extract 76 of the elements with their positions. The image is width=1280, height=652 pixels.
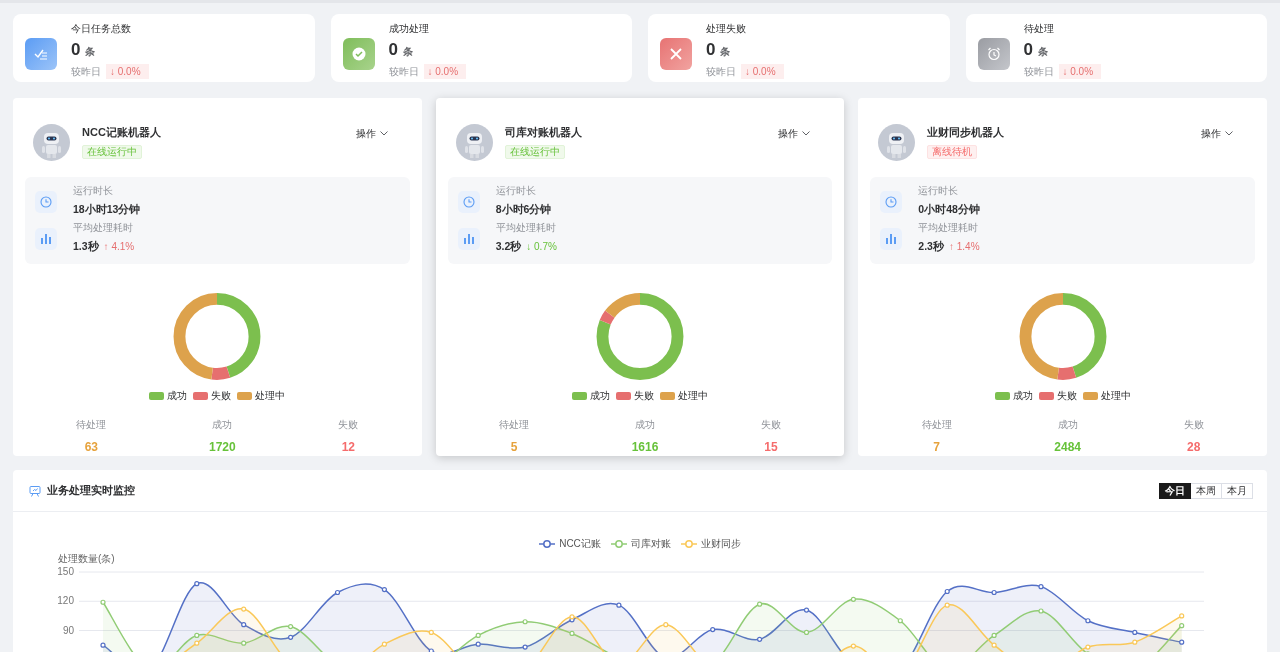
legend-label: 处理中 [678,389,708,403]
info-value: 0小时48分钟 [918,202,980,216]
robot-name: 司库对账机器人 [504,125,583,139]
legend-label: 失败 [211,389,232,403]
stat-number: 63 [83,439,99,456]
legend-label: 业财同步 [700,537,741,551]
stat-title: 成功处理 [388,22,430,36]
axis-tick-label: 120 [57,595,74,607]
axis-tick-label: 150 [57,566,74,577]
info-value: 3.2秒 [495,239,522,253]
stat-label: 待处理 [921,418,952,432]
stat-value: 0 [71,39,81,61]
stat-title: 今日任务总数 [71,22,132,36]
stat-value: 0 [388,39,398,61]
info-label: 运行时长 [918,185,960,197]
stat-number: 12 [340,439,356,456]
change-badge: ↓ 0.0% [423,64,467,79]
stat-unit: 条 [720,45,731,59]
status-tag: 在线运行中 [82,145,142,159]
stat-label: 成功 [211,418,234,432]
info-value: 2.3秒 [918,239,944,253]
legend-label: NCC记账 [559,537,601,551]
stat-label: 待处理 [499,418,529,432]
stat-value: 0 [706,39,716,61]
legend-label: 成功 [167,389,188,403]
stat-label: 成功 [634,418,656,432]
legend-label: 成功 [590,389,610,403]
robot-name: NCC记账机器人 [82,125,162,139]
legend-label: 处理中 [1100,389,1131,403]
info-label: 平均处理耗时 [73,222,134,234]
stat-title: 待处理 [1023,22,1055,36]
stat-label: 失败 [761,418,781,432]
stat-number: 1616 [631,439,659,456]
compare-label: 较昨日 [1023,65,1054,79]
stat-value: 0 [1023,39,1033,61]
stat-number: 2484 [1054,439,1082,456]
info-label: 运行时长 [495,185,537,197]
stat-label: 失败 [338,418,359,432]
stat-unit: 条 [402,45,413,59]
stat-label: 待处理 [76,418,107,432]
compare-label: 较昨日 [388,65,419,79]
status-tag: 离线待机 [927,145,978,159]
status-tag: 在线运行中 [504,145,565,159]
change-badge: ↓ 0.0% [106,64,149,79]
stat-number: 5 [509,439,519,456]
stat-unit: 条 [1037,45,1048,59]
change-text: ↑ 1.4% [948,240,980,254]
info-value: 18小时13分钟 [73,202,141,216]
compare-label: 较昨日 [71,65,101,79]
panel-title: 业务处理实时监控 [47,483,136,499]
stat-label: 失败 [1183,418,1204,432]
stat-label: 成功 [1056,418,1079,432]
legend-label: 失败 [1056,389,1077,403]
compare-label: 较昨日 [706,65,736,79]
stat-unit: 条 [85,45,96,59]
robot-name: 业财同步机器人 [927,125,1006,139]
legend-label: 处理中 [255,389,286,403]
info-value: 1.3秒 [73,239,99,253]
legend-label: 失败 [634,389,654,403]
change-badge: ↓ 0.0% [1058,64,1102,79]
stat-title: 处理失败 [706,22,747,36]
stat-number: 28 [1186,439,1202,456]
change-text: ↑ 4.1% [103,240,135,254]
info-label: 运行时长 [73,185,114,197]
info-label: 平均处理耗时 [918,222,980,234]
info-value: 8小时6分钟 [495,202,552,216]
change-badge: ↓ 0.0% [741,64,784,79]
legend-label: 司库对账 [630,537,671,551]
stat-number: 1720 [209,439,236,456]
axis-title: 处理数量(条) [58,552,115,566]
stat-number: 15 [763,439,779,456]
legend-label: 成功 [1012,389,1033,403]
axis-tick-label: 90 [62,624,74,636]
stat-number: 7 [932,439,941,456]
change-text: ↓ 0.7% [526,240,557,254]
info-label: 平均处理耗时 [495,222,557,234]
